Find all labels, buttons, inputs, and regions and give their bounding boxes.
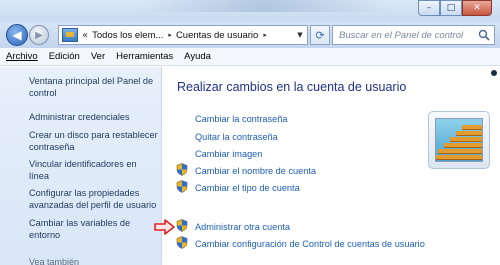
link-password-reset-disk[interactable]: Crear un disco para restablecer contrase… [29,130,159,153]
breadcrumb-separator-icon[interactable]: ▸ [168,31,172,39]
window-controls: – □ ✕ [418,0,492,16]
arrow-left-icon: ◀ [12,28,22,42]
back-button[interactable]: ◀ [6,24,28,46]
maximize-button[interactable]: □ [440,0,462,16]
link-manage-credentials[interactable]: Administrar credenciales [29,112,159,124]
menu-archivo[interactable]: Archivo [6,51,38,62]
link-link-online-ids[interactable]: Vincular identificadores en línea [29,159,159,182]
scrollbar-marker[interactable] [491,70,497,76]
uac-shield-icon [176,163,188,176]
red-arrow-icon [154,219,175,235]
task-change-account-type[interactable]: Cambiar el tipo de cuenta [195,183,300,193]
breadcrumb-separator-icon[interactable]: ▸ [263,31,267,39]
breadcrumb-segment[interactable]: Cuentas de usuario [176,30,258,41]
minimize-button[interactable]: – [418,0,440,16]
uac-shield-icon [176,180,188,193]
search-input[interactable]: Buscar en el Panel de control [339,30,463,41]
menu-bar: Archivo Edición Ver Herramientas Ayuda [0,48,500,66]
task-uac-settings[interactable]: Cambiar configuración de Control de cuen… [195,239,425,249]
task-manage-another-account[interactable]: Administrar otra cuenta [195,222,290,232]
title-bar: – □ ✕ [0,0,500,22]
window-title-blurred [140,0,390,12]
see-also-heading: Vea también [29,257,80,265]
navigation-bar: ◀ ▶ « Todos los elem... ▸ Cuentas de usu… [0,22,500,48]
control-panel-icon [62,28,78,42]
task-remove-password[interactable]: Quitar la contraseña [195,132,278,142]
uac-shield-icon [176,219,188,232]
refresh-button[interactable]: ⟳ [310,25,330,45]
task-change-account-name[interactable]: Cambiar el nombre de cuenta [195,166,316,176]
task-change-picture[interactable]: Cambiar imagen [195,149,262,159]
search-box[interactable]: Buscar en el Panel de control [332,25,495,45]
menu-herramientas[interactable]: Herramientas [116,51,173,62]
task-pane: Ventana principal del Panel de control A… [0,67,162,265]
user-picture-image [435,118,483,162]
breadcrumb-overflow[interactable]: « [82,30,88,41]
page-title: Realizar cambios en la cuenta de usuario [177,80,407,94]
menu-ver[interactable]: Ver [91,51,105,62]
address-bar[interactable]: « Todos los elem... ▸ Cuentas de usuario… [58,25,308,45]
search-icon[interactable] [478,29,490,41]
uac-shield-icon [176,236,188,249]
forward-button[interactable]: ▶ [29,25,49,45]
user-account-picture[interactable] [428,111,490,169]
link-advanced-profile[interactable]: Configurar las propiedades avanzadas del… [29,188,159,211]
address-dropdown-icon[interactable]: ▼ [293,26,307,44]
link-environment-variables[interactable]: Cambiar las variables de entorno [29,218,159,241]
menu-ayuda[interactable]: Ayuda [184,51,211,62]
menu-edicion[interactable]: Edición [49,51,80,62]
link-control-panel-home[interactable]: Ventana principal del Panel de control [29,76,159,99]
refresh-icon: ⟳ [315,28,325,42]
breadcrumb-segment[interactable]: Todos los elem... [92,30,163,41]
arrow-right-icon: ▶ [35,29,43,41]
close-button[interactable]: ✕ [462,0,492,16]
task-change-password[interactable]: Cambiar la contraseña [195,114,287,124]
